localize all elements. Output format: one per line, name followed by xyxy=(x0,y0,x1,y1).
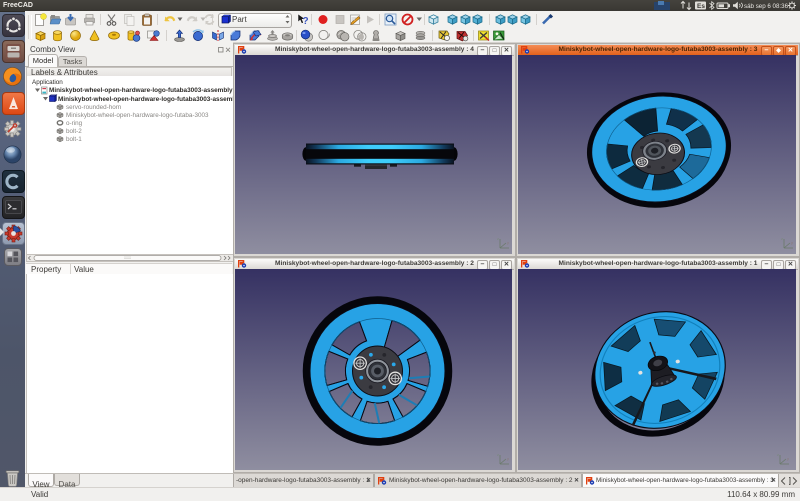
svg-text:z: z xyxy=(777,452,779,457)
svg-text:?: ? xyxy=(303,16,309,26)
svg-text:sáb sep 6 08:36: sáb sep 6 08:36 xyxy=(744,3,789,10)
svg-text:z: z xyxy=(497,236,499,241)
svg-text:y: y xyxy=(791,240,793,245)
svg-text:z: z xyxy=(781,236,783,241)
svg-text:z: z xyxy=(497,452,499,457)
svg-text:y: y xyxy=(507,240,509,245)
svg-text:y: y xyxy=(507,456,509,461)
svg-text:Es: Es xyxy=(697,3,705,10)
svg-text:y: y xyxy=(787,456,789,461)
